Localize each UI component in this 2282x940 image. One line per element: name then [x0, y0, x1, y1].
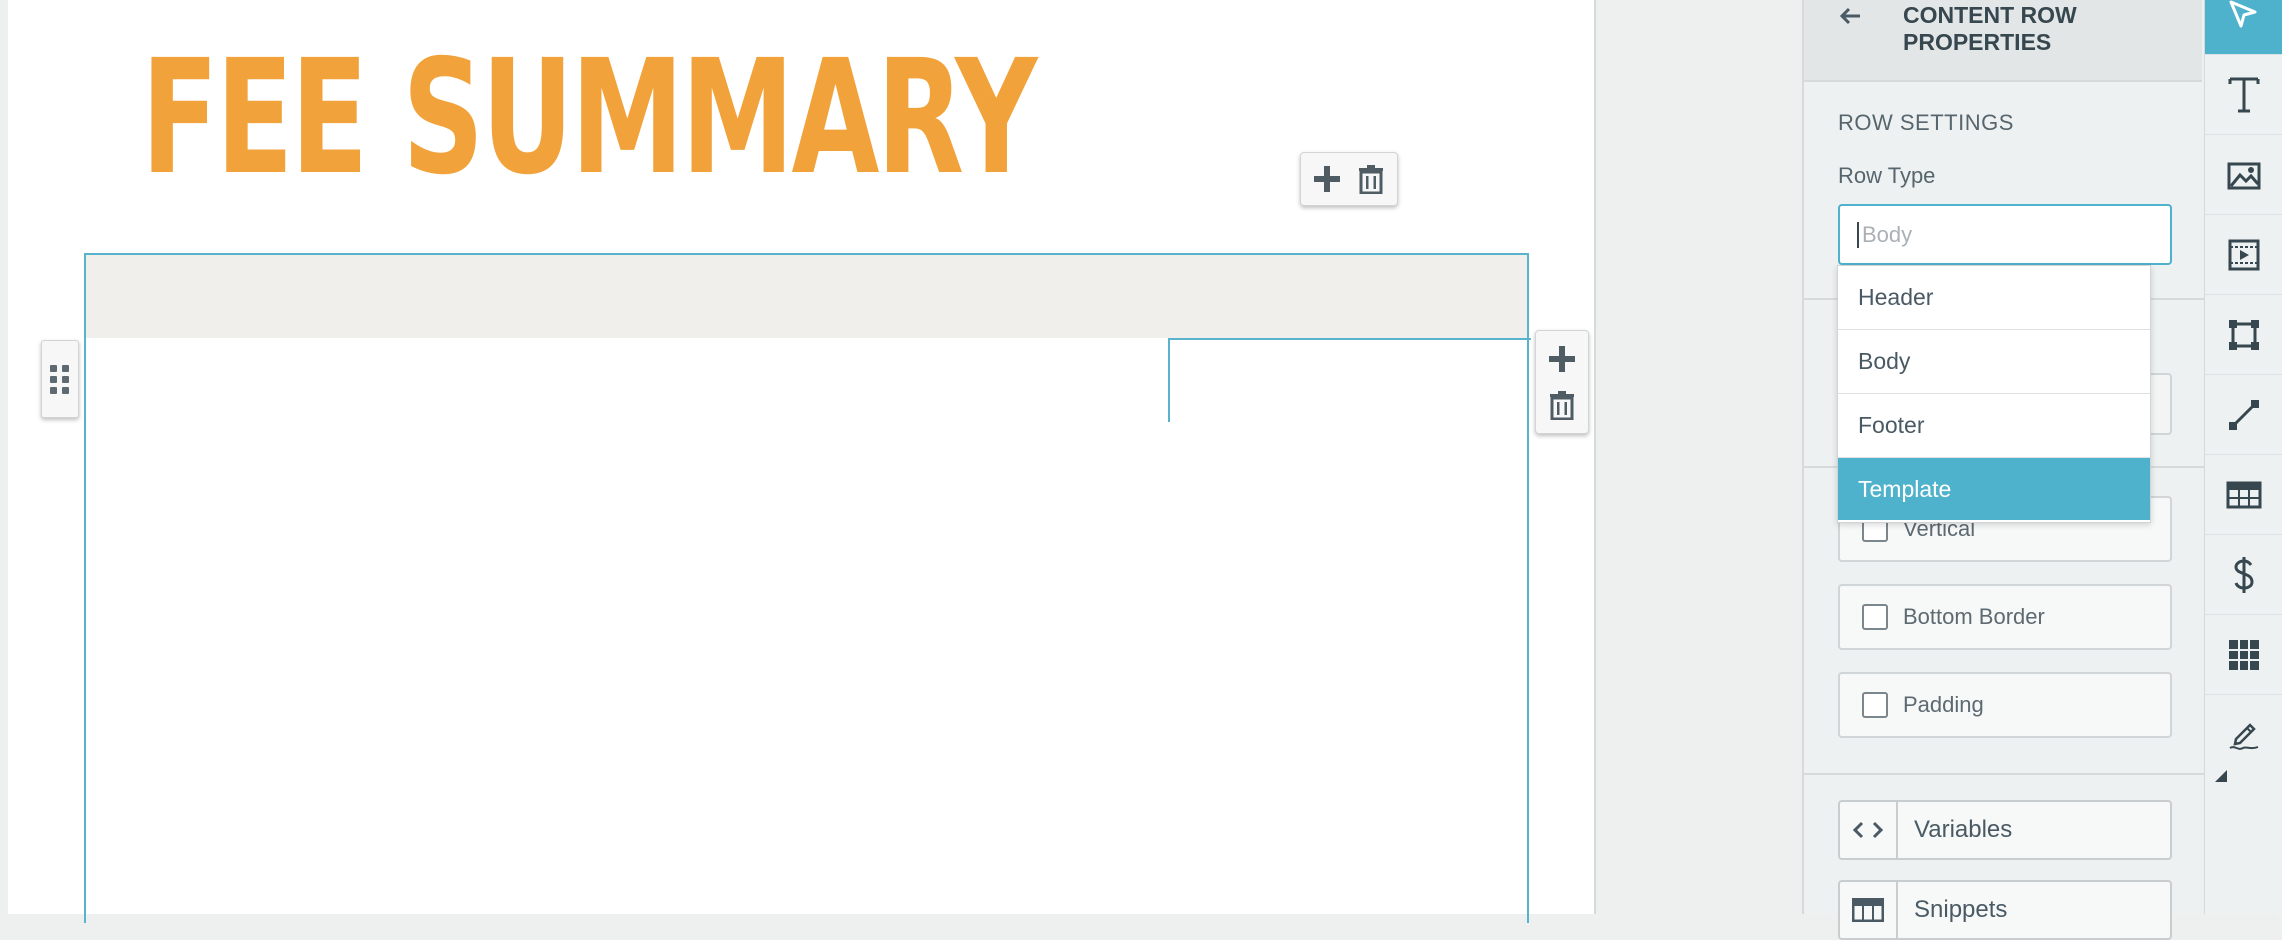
shape-icon — [2229, 319, 2259, 350]
add-block-button[interactable] — [1305, 157, 1349, 201]
row-toolbar — [1535, 330, 1589, 434]
trash-icon — [1359, 165, 1383, 194]
snippets-label: Snippets — [1914, 896, 2008, 923]
line-icon — [2229, 399, 2259, 430]
delete-row-button[interactable] — [1540, 382, 1584, 428]
back-button[interactable] — [1838, 2, 1862, 36]
table-icon — [2226, 481, 2262, 508]
padding-checkbox-button[interactable]: Padding — [1838, 672, 2172, 738]
checkbox-label: Padding — [1903, 692, 1984, 717]
snippet-table-icon — [1840, 882, 1898, 938]
document-title[interactable]: FEE SUMMARY — [141, 38, 1037, 198]
snippets-button[interactable]: Snippets — [1838, 880, 2172, 940]
text-tool-button[interactable] — [2205, 55, 2282, 135]
canvas-area: FEE SUMMARY — [0, 0, 1598, 923]
table-tool-button[interactable] — [2205, 455, 2282, 535]
row-drag-handle[interactable] — [41, 340, 79, 418]
row-type-input[interactable] — [1838, 204, 2172, 265]
panel-title: CONTENT ROW PROPERTIES — [1903, 2, 2077, 55]
signature-icon — [2229, 723, 2259, 750]
add-row-button[interactable] — [1540, 336, 1584, 382]
content-row[interactable] — [84, 253, 1531, 923]
dropdown-option-header[interactable]: Header — [1838, 266, 2150, 330]
checkbox[interactable] — [1862, 692, 1888, 718]
arrow-left-icon — [1839, 7, 1860, 25]
code-brackets-icon — [1840, 802, 1898, 858]
grid-tool-button[interactable] — [2205, 615, 2282, 695]
dropdown-option-footer[interactable]: Footer — [1838, 394, 2150, 458]
section-label: ROW SETTINGS — [1838, 110, 2014, 135]
grid-icon — [2229, 639, 2259, 670]
video-icon — [2228, 239, 2260, 270]
pointer-icon — [2229, 0, 2257, 27]
image-tool-button[interactable] — [2205, 135, 2282, 215]
divider — [1804, 773, 2204, 775]
signature-tool-button[interactable] — [2205, 695, 2282, 775]
dollar-icon — [2234, 556, 2254, 593]
cell-outline — [1168, 338, 1531, 340]
dropdown-option-body[interactable]: Body — [1838, 330, 2150, 394]
row-header-band — [86, 255, 1527, 338]
plus-icon — [1549, 346, 1575, 372]
checkbox-label: Bottom Border — [1903, 604, 2045, 629]
text-icon — [2228, 77, 2260, 112]
grip-dots-icon — [50, 364, 70, 394]
dropdown-option-template[interactable]: Template — [1838, 458, 2150, 520]
title-block-toolbar — [1300, 152, 1398, 206]
pointer-tool-button[interactable] — [2205, 0, 2282, 55]
bottom-border-checkbox-button[interactable]: Bottom Border — [1838, 584, 2172, 650]
variables-button[interactable]: Variables — [1838, 800, 2172, 860]
plus-icon — [1314, 166, 1340, 192]
pricing-tool-button[interactable] — [2205, 535, 2282, 615]
line-tool-button[interactable] — [2205, 375, 2282, 455]
delete-block-button[interactable] — [1349, 157, 1393, 201]
panel-header: CONTENT ROW PROPERTIES — [1804, 0, 2202, 82]
shape-tool-button[interactable] — [2205, 295, 2282, 375]
collapse-corner-icon[interactable] — [2215, 770, 2227, 782]
checkbox[interactable] — [1862, 604, 1888, 630]
trash-icon — [1550, 391, 1574, 420]
cell-outline-vertical — [1168, 338, 1170, 422]
image-icon — [2227, 162, 2261, 189]
variables-label: Variables — [1914, 816, 2013, 843]
video-tool-button[interactable] — [2205, 215, 2282, 295]
text-caret — [1857, 222, 1859, 248]
tool-rail — [2204, 0, 2282, 914]
row-type-dropdown: Header Body Footer Template — [1837, 265, 2151, 523]
row-type-label: Row Type — [1838, 163, 1936, 188]
